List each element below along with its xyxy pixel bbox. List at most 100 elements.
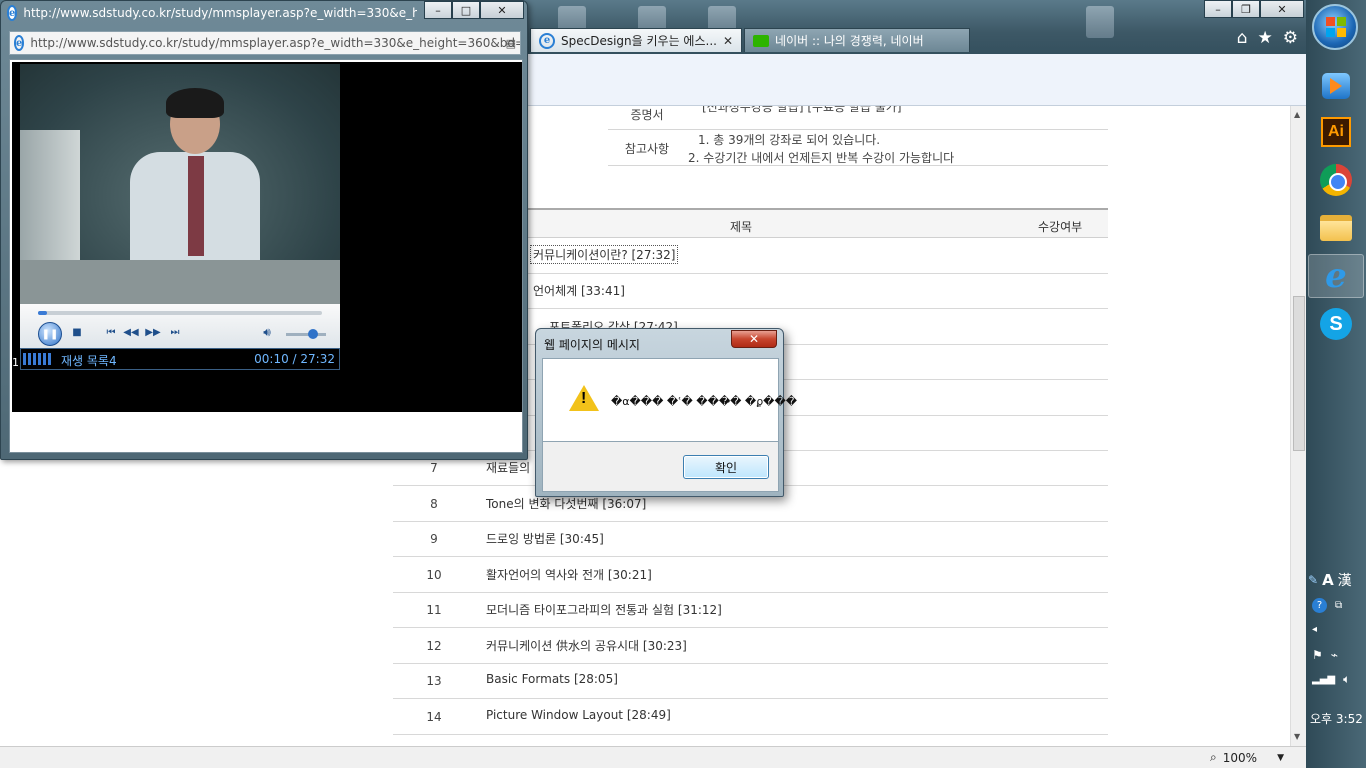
row-number: 14 xyxy=(426,710,442,724)
gear-icon[interactable]: ⚙ xyxy=(1283,28,1298,48)
row-number: 11 xyxy=(426,603,442,617)
fast-forward-button[interactable]: ▶▶ xyxy=(144,323,162,341)
chrome-icon xyxy=(1320,164,1352,196)
lecture-link[interactable]: Picture Window Layout [28:49] xyxy=(486,708,671,722)
row-number: 13 xyxy=(426,674,442,688)
taskbar-chrome[interactable] xyxy=(1308,158,1364,202)
player-status-line: 재생 목록4 00:10 / 27:32 xyxy=(20,348,340,370)
ie-favicon-icon: e xyxy=(14,35,25,51)
seek-bar[interactable] xyxy=(38,311,322,315)
lecture-link[interactable]: 모더니즘 타이포그라피의 전통과 실험 [31:12] xyxy=(486,601,722,618)
warning-icon: ! xyxy=(569,385,599,411)
scroll-up-icon[interactable]: ▲ xyxy=(1294,110,1300,119)
lecture-link[interactable]: 커뮤니케이션이란? [27:32] xyxy=(530,245,679,264)
ok-button[interactable]: 확인 xyxy=(683,455,769,479)
popup-address-bar[interactable]: e http://www.sdstudy.co.kr/study/mmsplay… xyxy=(9,31,521,55)
previous-button[interactable]: ⏮︎ xyxy=(102,323,120,341)
start-button[interactable] xyxy=(1312,4,1358,50)
taskbar-skype[interactable]: S xyxy=(1308,302,1364,346)
help-icon[interactable]: ? xyxy=(1312,598,1327,613)
dialog-close-button[interactable]: ✕ xyxy=(731,330,777,348)
chevron-left-icon[interactable]: ◂ xyxy=(1312,624,1317,635)
tab-label: 네이버 :: 나의 경쟁력, 네이버 xyxy=(775,34,924,48)
clock[interactable]: 오후 3:52 xyxy=(1310,710,1363,727)
close-button[interactable]: ✕ xyxy=(1260,0,1304,18)
ime-status-icon[interactable]: ✎ xyxy=(1308,573,1318,587)
next-button[interactable]: ⏭︎ xyxy=(166,323,184,341)
maximize-button[interactable]: ❐ xyxy=(1232,0,1260,18)
zoom-level: 100% xyxy=(1222,750,1258,765)
minimize-button[interactable]: – xyxy=(1204,0,1232,18)
action-center-flag-icon[interactable]: ⚑ xyxy=(1312,648,1323,662)
presenter-hair xyxy=(166,88,224,118)
lecture-link[interactable]: 커뮤니케이션 供水의 공유시대 [30:23] xyxy=(486,637,687,654)
presenter-tie xyxy=(188,156,204,256)
naver-favicon-icon xyxy=(753,34,770,47)
popup-maximize-button[interactable]: □ xyxy=(452,1,480,19)
table-row: 10 활자언어의 역사와 전개 [30:21] xyxy=(393,557,1108,593)
power-icon[interactable]: ⌁ xyxy=(1331,648,1338,662)
cert-value: [전과정수강증 발급] [수료증 발급 불가] xyxy=(702,106,902,114)
background-desktop-icon xyxy=(1086,6,1114,38)
row-number: 12 xyxy=(426,639,442,653)
notes-line-2: 2. 수강기간 내에서 언제든지 반복 수강이 가능합니다 xyxy=(688,151,955,165)
tab-strip: e SpecDesign을 키우는 에스... ✕ 네이버 :: 나의 경쟁력,… xyxy=(530,28,972,52)
popup-minimize-button[interactable]: – xyxy=(424,1,452,19)
lecture-link[interactable]: 언어체계 [33:41] xyxy=(533,282,625,299)
popup-page: ❚❚ ■ ⏮︎ ◀◀ ▶▶ ⏭︎ 🔊︎ 재생 목록4 00:10 / 27:32… xyxy=(9,59,523,453)
ime-mode-hanja[interactable]: 漢 xyxy=(1338,570,1352,590)
home-icon[interactable]: ⌂ xyxy=(1237,28,1248,48)
lecture-link[interactable]: 드로잉 방법론 [30:45] xyxy=(486,530,604,547)
cert-label: 증명서 xyxy=(630,108,664,122)
rewind-button[interactable]: ◀◀ xyxy=(122,323,140,341)
dialog-title: 웹 페이지의 메시지 xyxy=(544,338,640,352)
lecture-link[interactable]: Basic Formats [28:05] xyxy=(486,672,618,686)
playlist-label[interactable]: 재생 목록4 xyxy=(61,352,117,369)
tab-naver[interactable]: 네이버 :: 나의 경쟁력, 네이버 xyxy=(744,28,971,52)
vertical-scrollbar[interactable]: ▲ ▼ xyxy=(1290,106,1306,746)
popup-window-controls: – □ ✕ xyxy=(424,1,524,19)
volume-icon[interactable]: 🔈︎ xyxy=(1343,672,1350,687)
network-signal-icon[interactable]: ▂▄▆ xyxy=(1312,674,1335,685)
ime-mode-a[interactable]: A xyxy=(1322,571,1334,589)
popup-address-text[interactable]: http://www.sdstudy.co.kr/study/mmsplayer… xyxy=(30,36,520,50)
table-row: 12 커뮤니케이션 供水의 공유시대 [30:23] xyxy=(393,628,1108,664)
lecture-link[interactable]: 재료들의 xyxy=(486,459,530,476)
zoom-control[interactable]: ⌕ 100% ▼ xyxy=(1210,750,1284,765)
video-frame[interactable] xyxy=(20,64,340,304)
dialog-message: �α��� �ʿ� ���̴� �ϼ��� xyxy=(611,395,798,408)
tab-specdesign[interactable]: e SpecDesign을 키우는 에스... ✕ xyxy=(530,28,743,52)
lecture-link[interactable]: Tone의 변화 다섯번째 [36:07] xyxy=(486,495,646,512)
volume-knob[interactable] xyxy=(308,329,318,339)
restore-icon[interactable]: ⧉ xyxy=(1335,600,1342,611)
row-number: 7 xyxy=(430,461,438,475)
taskbar-media-player[interactable] xyxy=(1308,64,1364,108)
skype-icon: S xyxy=(1320,308,1352,340)
ime-bar: ✎ A 漢 xyxy=(1308,570,1352,590)
ie-favicon-icon: e xyxy=(539,32,555,49)
table-row: 9 드로잉 방법론 [30:45] xyxy=(393,521,1108,557)
scroll-down-icon[interactable]: ▼ xyxy=(1294,732,1300,741)
pause-button[interactable]: ❚❚ xyxy=(38,322,62,346)
tab-close-icon[interactable]: ✕ xyxy=(723,34,733,48)
taskbar-explorer[interactable] xyxy=(1308,206,1364,250)
player-popup-window: e http://www.sdstudy.co.kr/study/mmsplay… xyxy=(0,0,528,460)
taskbar: Ai e S ✎ A 漢 ? ⧉ ◂ ⚑ ⌁ ▂▄▆ 🔈︎ 오후 3:52 xyxy=(1306,0,1366,768)
table-row: 11 모더니즘 타이포그라피의 전통과 실험 [31:12] xyxy=(393,592,1108,628)
taskbar-illustrator[interactable]: Ai xyxy=(1308,110,1364,154)
popup-title-text: http://www.sdstudy.co.kr/study/mmsplayer… xyxy=(23,6,417,20)
popup-close-button[interactable]: ✕ xyxy=(480,1,524,19)
tray-row-expand: ◂ xyxy=(1312,624,1317,635)
tab-label: SpecDesign을 키우는 에스... xyxy=(561,34,717,48)
dialog-footer: 확인 xyxy=(542,442,779,492)
star-icon[interactable]: ★ xyxy=(1258,28,1273,48)
volume-icon[interactable]: 🔊︎ xyxy=(258,323,276,341)
volume-slider[interactable] xyxy=(286,329,326,339)
row-number: 9 xyxy=(430,532,438,546)
chevron-down-icon: ▼ xyxy=(1277,752,1284,763)
lecture-link[interactable]: 활자언어의 역사와 전개 [30:21] xyxy=(486,566,652,583)
row-number: 8 xyxy=(430,497,438,511)
scrollbar-thumb[interactable] xyxy=(1293,296,1305,451)
taskbar-internet-explorer[interactable]: e xyxy=(1308,254,1364,298)
stop-button[interactable]: ■ xyxy=(68,323,86,341)
